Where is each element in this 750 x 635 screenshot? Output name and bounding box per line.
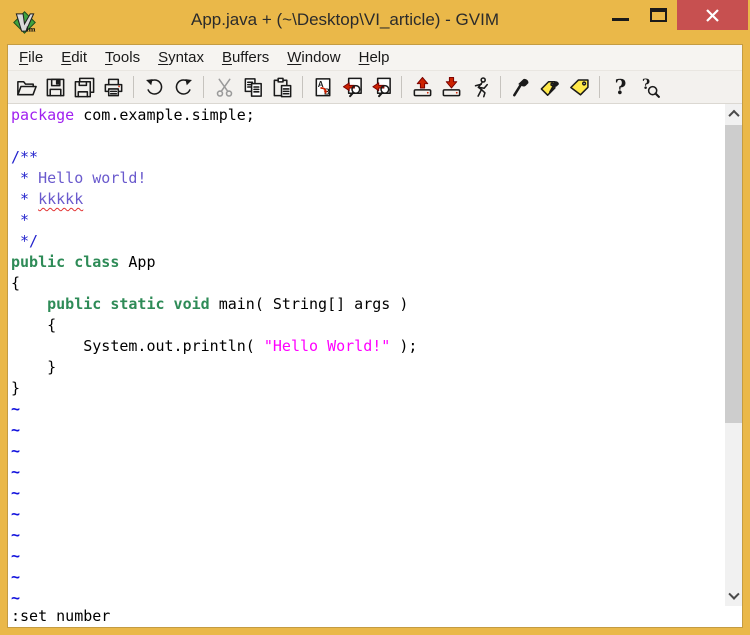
chevron-down-icon — [727, 588, 740, 600]
find-replace-icon[interactable]: AB — [310, 74, 336, 100]
scroll-down-button[interactable] — [725, 587, 742, 606]
toolbar-separator — [133, 76, 134, 98]
client-area: File Edit Tools Syntax Buffers Window Help A B?… — [7, 44, 743, 628]
window-title: App.java + (~\Desktop\VI_article) - GVIM — [190, 10, 499, 29]
toolbar-separator — [302, 76, 303, 98]
open-file-icon[interactable] — [13, 74, 39, 100]
find-help-icon[interactable]: ? — [636, 74, 662, 100]
code-line: * — [11, 211, 30, 229]
main-area: package com.example.simple; /** * Hello w… — [8, 104, 742, 606]
filler-line: ~ — [11, 483, 725, 504]
maximize-icon — [649, 8, 667, 22]
save-file-icon[interactable] — [42, 74, 68, 100]
close-button[interactable] — [677, 0, 748, 30]
code-line: public class App — [11, 253, 156, 271]
menu-syntax[interactable]: Syntax — [149, 49, 213, 66]
code-line: } — [11, 379, 21, 397]
code-line: * Hello world! — [11, 169, 147, 187]
editor-text-area[interactable]: package com.example.simple; /** * Hello w… — [8, 104, 725, 606]
run-script-icon[interactable] — [467, 74, 493, 100]
find-next-icon[interactable] — [339, 74, 365, 100]
title-bar[interactable]: im App.java + (~\Desktop\VI_article) - G… — [0, 0, 750, 44]
scrollbar-thumb[interactable] — [725, 125, 742, 423]
filler-line: ~ — [11, 399, 725, 420]
find-prev-icon[interactable] — [368, 74, 394, 100]
filler-line: ~ — [11, 420, 725, 441]
menu-bar: File Edit Tools Syntax Buffers Window Help — [8, 45, 742, 71]
paste-icon[interactable] — [269, 74, 295, 100]
toolbar-separator — [401, 76, 402, 98]
tilde-marker: ~ — [11, 484, 21, 502]
filler-line: ~ — [11, 546, 725, 567]
chevron-up-icon — [727, 109, 740, 121]
tag-jump-icon[interactable] — [566, 74, 592, 100]
code-line: { — [11, 274, 21, 292]
code-line: /** — [11, 148, 39, 166]
menu-file[interactable]: File — [10, 49, 52, 66]
tilde-marker: ~ — [11, 547, 21, 565]
help-icon[interactable]: ? — [607, 74, 633, 100]
tilde-marker: ~ — [11, 505, 21, 523]
build-tags-icon[interactable] — [537, 74, 563, 100]
minimize-icon — [611, 17, 629, 21]
save-all-icon[interactable] — [71, 74, 97, 100]
misspelled-word: kkkkk — [38, 190, 84, 208]
filler-line: ~ — [11, 462, 725, 483]
filler-line: ~ — [11, 525, 725, 546]
command-line-text: :set number — [11, 607, 111, 625]
save-session-icon[interactable] — [438, 74, 464, 100]
redo-icon[interactable] — [170, 74, 196, 100]
close-icon — [706, 8, 719, 22]
make-icon[interactable] — [508, 74, 534, 100]
tilde-marker: ~ — [11, 589, 21, 606]
vertical-scrollbar[interactable] — [725, 104, 742, 606]
toolbar-separator — [500, 76, 501, 98]
toolbar-separator — [203, 76, 204, 98]
tilde-marker: ~ — [11, 568, 21, 586]
toolbar-separator — [599, 76, 600, 98]
tilde-marker: ~ — [11, 526, 21, 544]
code-line: package com.example.simple; — [11, 106, 255, 124]
code-line: } — [11, 358, 57, 376]
filler-line: ~ — [11, 567, 725, 588]
menu-help[interactable]: Help — [350, 49, 399, 66]
command-line[interactable]: :set number — [8, 606, 742, 627]
filler-line: ~ — [11, 504, 725, 525]
svg-text:im: im — [25, 25, 35, 33]
gvim-window: im App.java + (~\Desktop\VI_article) - G… — [0, 0, 750, 635]
tilde-marker: ~ — [11, 421, 21, 439]
maximize-button[interactable] — [639, 0, 677, 30]
vim-logo-icon: im — [12, 10, 36, 34]
filler-line: ~ — [11, 441, 725, 462]
filler-line: ~ — [11, 588, 725, 606]
svg-text:?: ? — [614, 76, 626, 99]
tilde-marker: ~ — [11, 442, 21, 460]
menu-edit[interactable]: Edit — [52, 49, 96, 66]
scroll-up-button[interactable] — [725, 104, 742, 123]
cut-icon[interactable] — [211, 74, 237, 100]
toolbar: A B?? — [8, 71, 742, 104]
code-line: */ — [11, 232, 39, 250]
print-icon[interactable] — [100, 74, 126, 100]
menu-window[interactable]: Window — [278, 49, 349, 66]
undo-icon[interactable] — [141, 74, 167, 100]
tilde-marker: ~ — [11, 463, 21, 481]
scrollbar-track[interactable] — [725, 423, 742, 587]
window-controls — [601, 0, 750, 30]
load-session-icon[interactable] — [409, 74, 435, 100]
menu-buffers[interactable]: Buffers — [213, 49, 278, 66]
menu-tools[interactable]: Tools — [96, 49, 149, 66]
copy-icon[interactable] — [240, 74, 266, 100]
code-line: System.out.println( "Hello World!" ); — [11, 337, 418, 355]
tilde-marker: ~ — [11, 400, 21, 418]
code-line: { — [11, 316, 57, 334]
code-line: public static void main( String[] args ) — [47, 295, 409, 313]
code-line: * kkkkk — [11, 190, 84, 208]
minimize-button[interactable] — [601, 0, 639, 30]
